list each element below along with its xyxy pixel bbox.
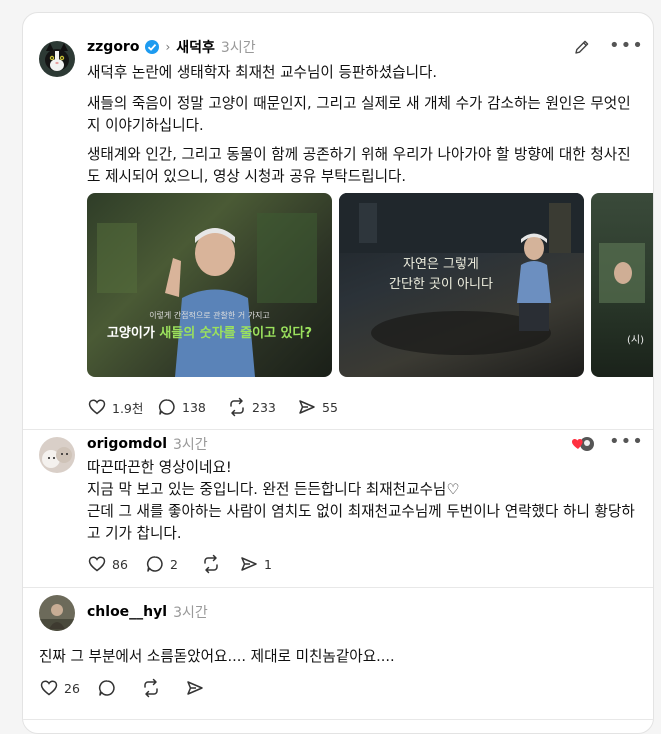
profile-photo-icon	[39, 595, 75, 631]
repost-icon	[204, 554, 218, 574]
reply-2-actions: 26	[39, 678, 215, 698]
comment-icon	[158, 399, 175, 415]
like-count: 26	[64, 680, 80, 696]
timestamp: 3시간	[173, 605, 208, 621]
video-2-caption-line-1: 자연은 그렇게	[403, 257, 479, 272]
reply-1-line-2: 지금 막 보고 있는 중입니다. 완전 든든합니다 최재천교수님♡	[87, 481, 460, 498]
video-thumbnail-2[interactable]: 자연은 그렇게 간단한 곳이 아니다	[339, 193, 584, 377]
send-icon	[241, 557, 257, 571]
verified-badge-icon	[145, 40, 160, 54]
more-options-icon[interactable]: •••	[609, 35, 644, 56]
video-3-caption: (시)	[627, 335, 645, 346]
video-2-caption: 자연은 그렇게 간단한 곳이 아니다	[389, 255, 493, 295]
pets-avatar-icon	[39, 437, 75, 473]
timestamp: 3시간	[220, 40, 256, 56]
repost-icon	[230, 397, 244, 417]
video-thumbnail-1[interactable]: 이렇게 간접적으로 관찰한 거 가지고 고양이가 새들의 숫자를 줄이고 있다?	[87, 193, 332, 377]
repost-button[interactable]	[201, 554, 229, 574]
reply-1-actions: 86 2 1	[87, 554, 279, 574]
avatar[interactable]	[39, 437, 75, 473]
timestamp: 3시간	[173, 437, 208, 453]
video-2-caption-line-2: 간단한 곳이 아니다	[389, 277, 493, 292]
like-count: 86	[112, 556, 128, 572]
post-text-intro: 새덕후 논란에 생태학자 최재천 교수님이 등판하셨습니다.	[87, 64, 438, 81]
cat-avatar-icon	[39, 41, 75, 77]
send-icon	[299, 400, 315, 414]
liked-by-author-icon	[572, 437, 594, 451]
heart-icon	[88, 556, 106, 572]
video-1-caption-a: 고양이가	[106, 326, 160, 341]
comment-icon	[146, 556, 163, 572]
video-thumbnail-3[interactable]: (시)	[591, 193, 653, 377]
repost-button[interactable]: 233	[227, 397, 297, 417]
divider	[23, 429, 653, 430]
video-1-main-caption: 고양이가 새들의 숫자를 줄이고 있다?	[87, 322, 332, 341]
reply-1-line-1: 따끈따끈한 영상이네요!	[87, 459, 232, 476]
reply-2-header: chloe__hyl 3시간	[87, 602, 208, 622]
share-button[interactable]: 1	[239, 554, 279, 574]
divider	[23, 587, 653, 588]
professor-figure	[97, 213, 317, 377]
avatar[interactable]	[39, 41, 75, 77]
username[interactable]: origomdol	[87, 436, 167, 452]
reply-1-header: origomdol 3시간	[87, 434, 208, 454]
heart-icon	[88, 399, 106, 415]
reply-2-text: 진짜 그 부분에서 소름돋았어요.... 제대로 미친놈같아요....	[39, 648, 395, 665]
repost-icon	[144, 678, 158, 698]
thread-card: zzgoro › 새덕후 3시간 ••• 새덕후 논란에 생태학자 최재천 교수…	[22, 12, 654, 734]
share-count: 55	[322, 399, 338, 415]
share-button[interactable]: 55	[297, 397, 357, 417]
post-header: zzgoro › 새덕후 3시간	[87, 37, 256, 57]
topic-tag[interactable]: 새덕후	[176, 37, 215, 57]
username[interactable]: chloe__hyl	[87, 604, 167, 620]
comment-button[interactable]	[97, 678, 141, 698]
chevron-right-icon: ›	[165, 40, 171, 54]
repost-button[interactable]	[141, 678, 185, 698]
post-actions: 1.9천 138 233 55	[87, 397, 357, 417]
share-count: 1	[264, 556, 272, 572]
comment-count: 2	[170, 556, 178, 572]
like-button[interactable]: 1.9천	[87, 397, 157, 417]
post-text-paragraph-1: 새들의 죽음이 정말 고양이 때문인지, 그리고 실제로 새 개체 수가 감소하…	[87, 95, 631, 134]
post-text-paragraph-2: 생태계와 인간, 그리고 동물이 함께 공존하기 위해 우리가 나아가야 할 방…	[87, 146, 631, 185]
more-options-icon[interactable]: •••	[609, 431, 644, 452]
comment-button[interactable]: 2	[145, 554, 201, 574]
repost-count: 233	[252, 399, 276, 415]
video-1-caption-b: 새들의 숫자를 줄이고 있다?	[159, 326, 313, 341]
video-3-scene	[599, 243, 645, 303]
reply-1-line-3: 근데 그 새를 좋아하는 사람이 염치도 없이 최재천교수님께 두번이나 연락했…	[87, 503, 635, 542]
comment-button[interactable]: 138	[157, 397, 227, 417]
like-count: 1.9천	[112, 400, 144, 416]
divider	[23, 719, 653, 720]
avatar[interactable]	[39, 595, 75, 631]
like-button[interactable]: 26	[39, 678, 97, 698]
video-1-small-caption: 이렇게 간접적으로 관찰한 거 가지고	[149, 311, 270, 320]
share-button[interactable]	[185, 678, 215, 698]
heart-icon	[40, 680, 58, 696]
username[interactable]: zzgoro	[87, 39, 139, 55]
comment-icon	[98, 680, 115, 696]
comment-count: 138	[182, 399, 206, 415]
send-icon	[187, 681, 203, 695]
like-button[interactable]: 86	[87, 554, 145, 574]
edit-icon[interactable]	[573, 38, 591, 56]
